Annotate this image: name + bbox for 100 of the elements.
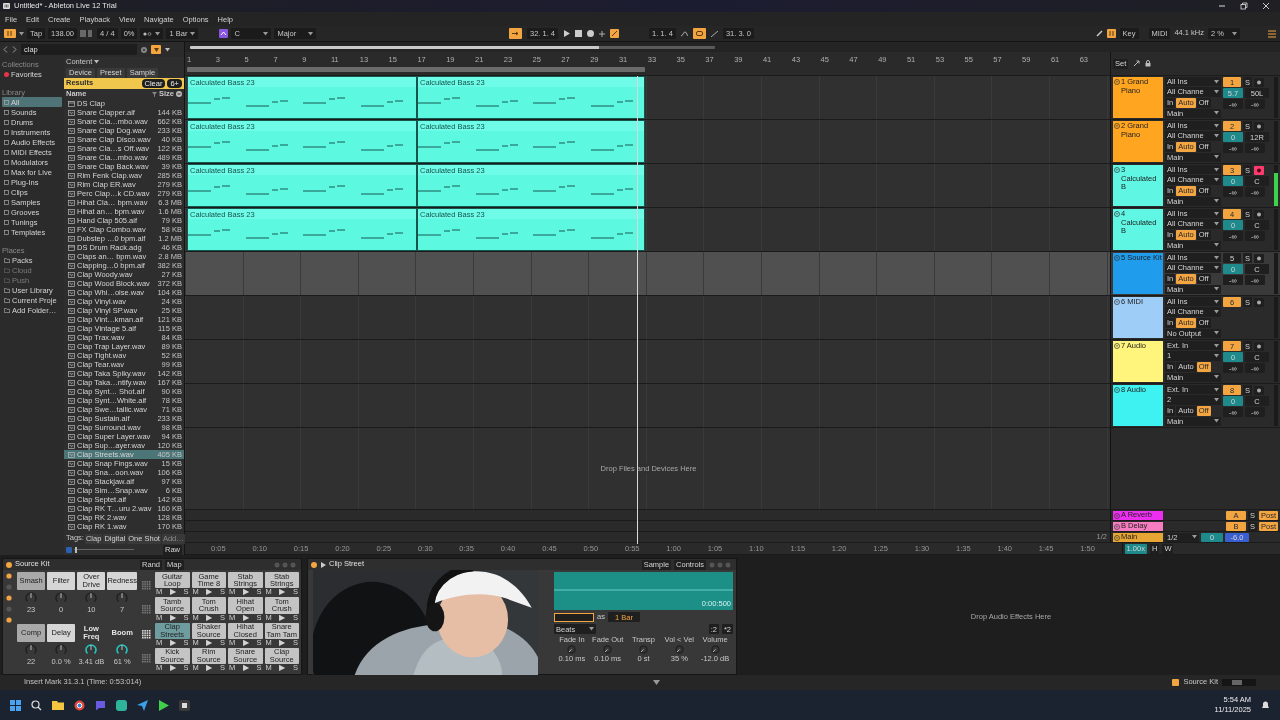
caret-icon: [1214, 123, 1219, 128]
preview-slider[interactable]: [74, 546, 134, 553]
triangle-icon[interactable]: [653, 680, 661, 685]
knob[interactable]: [84, 642, 99, 657]
warp-field[interactable]: [554, 612, 594, 622]
power-icon[interactable]: [6, 561, 12, 568]
caret-icon: [589, 627, 594, 631]
restore-button[interactable]: [1240, 2, 1248, 10]
fold-icon[interactable]: [1114, 167, 1120, 173]
knob[interactable]: [115, 591, 130, 605]
caret-icon: [1214, 79, 1219, 84]
pencil-icon[interactable]: [1095, 30, 1103, 37]
loop-button[interactable]: [692, 28, 706, 39]
stop-button[interactable]: [575, 30, 583, 37]
arm-button[interactable]: [1254, 253, 1264, 263]
mini-display[interactable]: [1222, 679, 1256, 686]
automation-arm-button[interactable]: [610, 29, 620, 38]
draw-line-icon[interactable]: [710, 30, 718, 37]
play-button[interactable]: [563, 30, 571, 37]
fold-icon[interactable]: [1114, 79, 1120, 85]
search-icon[interactable]: [31, 699, 42, 711]
square-icon[interactable]: [179, 699, 190, 711]
clear-icon[interactable]: [141, 46, 147, 53]
caret-icon: [155, 31, 161, 36]
folder-icon[interactable]: [52, 700, 64, 710]
follow-button[interactable]: [509, 28, 522, 39]
caret-icon: [1214, 155, 1219, 160]
waveform-file-icon: [68, 514, 75, 521]
caret-icon: [165, 47, 170, 52]
knob[interactable]: [54, 591, 69, 605]
circle-icon[interactable]: [6, 573, 12, 579]
waveform-file-icon: [68, 298, 75, 305]
arm-button[interactable]: [1254, 385, 1264, 395]
waveform-file-icon: [68, 136, 75, 143]
waveform-file-icon: [68, 280, 75, 287]
four-squares-icon[interactable]: [10, 699, 21, 711]
knob[interactable]: [24, 642, 39, 657]
knob[interactable]: [54, 642, 69, 657]
curve-icon[interactable]: [680, 30, 688, 37]
play-icon[interactable]: [158, 699, 169, 711]
lock-icon[interactable]: [1145, 60, 1152, 67]
plus-icon[interactable]: [599, 30, 606, 37]
metronome-icon[interactable]: [80, 30, 95, 37]
filter-icon[interactable]: [152, 91, 157, 97]
waveform-file-icon: [68, 181, 75, 188]
waveform-file-icon: [68, 397, 75, 404]
arm-button[interactable]: [1254, 121, 1264, 131]
fold-icon[interactable]: [1114, 123, 1120, 129]
close-button[interactable]: [1262, 2, 1270, 10]
fold-icon[interactable]: [1114, 534, 1120, 541]
ring-icon[interactable]: [74, 699, 85, 711]
circle-icon[interactable]: [6, 617, 12, 623]
knob[interactable]: [603, 645, 613, 655]
knob[interactable]: [24, 591, 39, 605]
arm-button[interactable]: [1254, 165, 1264, 175]
overview-bar[interactable]: [190, 45, 715, 49]
scale-icon[interactable]: [219, 29, 229, 38]
view-toggle-icon[interactable]: [4, 29, 16, 38]
arm-button[interactable]: [1254, 341, 1264, 351]
waveform-file-icon: [68, 388, 75, 395]
knob[interactable]: [84, 591, 99, 605]
caret-icon: [1214, 90, 1219, 94]
caret-icon: [190, 31, 196, 36]
pad-grid-icon[interactable]: [141, 629, 151, 639]
bell-icon[interactable]: [1261, 700, 1270, 710]
record-button[interactable]: [587, 30, 595, 37]
fold-icon[interactable]: [1114, 387, 1120, 393]
minimize-button[interactable]: [1218, 2, 1226, 10]
waveform-file-icon: [68, 208, 75, 215]
knob[interactable]: [710, 645, 720, 655]
power-icon[interactable]: [311, 561, 317, 568]
knob[interactable]: [115, 642, 130, 657]
menu-icon[interactable]: [1268, 29, 1276, 38]
knob[interactable]: [674, 645, 684, 655]
fold-icon[interactable]: [1114, 211, 1120, 217]
toggle-icon[interactable]: [66, 546, 72, 553]
waveform-file-icon: [68, 163, 75, 170]
caret-icon: [1214, 287, 1219, 292]
caret-icon: [1232, 31, 1237, 36]
record-quantize-dropdown[interactable]: [140, 28, 164, 39]
waveform-file-icon: [68, 199, 75, 206]
play-icon[interactable]: [320, 561, 326, 568]
waveform-file-icon: [68, 343, 75, 350]
drum-rack-icon[interactable]: [1172, 679, 1180, 686]
rack-icon: [68, 100, 75, 107]
knob[interactable]: [639, 645, 648, 655]
circle-icon[interactable]: [6, 595, 12, 601]
fold-icon[interactable]: [1114, 523, 1120, 530]
arm-button[interactable]: [1254, 297, 1264, 307]
fold-icon[interactable]: [1114, 343, 1120, 349]
filter-button[interactable]: [151, 45, 161, 54]
minus-icon[interactable]: [176, 91, 182, 97]
arm-button[interactable]: [1254, 77, 1264, 87]
rounded-square-icon[interactable]: [116, 699, 127, 711]
arm-button[interactable]: [1254, 209, 1264, 219]
fold-icon[interactable]: [1114, 299, 1120, 305]
speech-bubble-icon[interactable]: [95, 699, 106, 711]
paper-plane-icon[interactable]: [137, 699, 148, 711]
knob[interactable]: [567, 645, 577, 655]
expand-icon[interactable]: [1133, 60, 1141, 67]
